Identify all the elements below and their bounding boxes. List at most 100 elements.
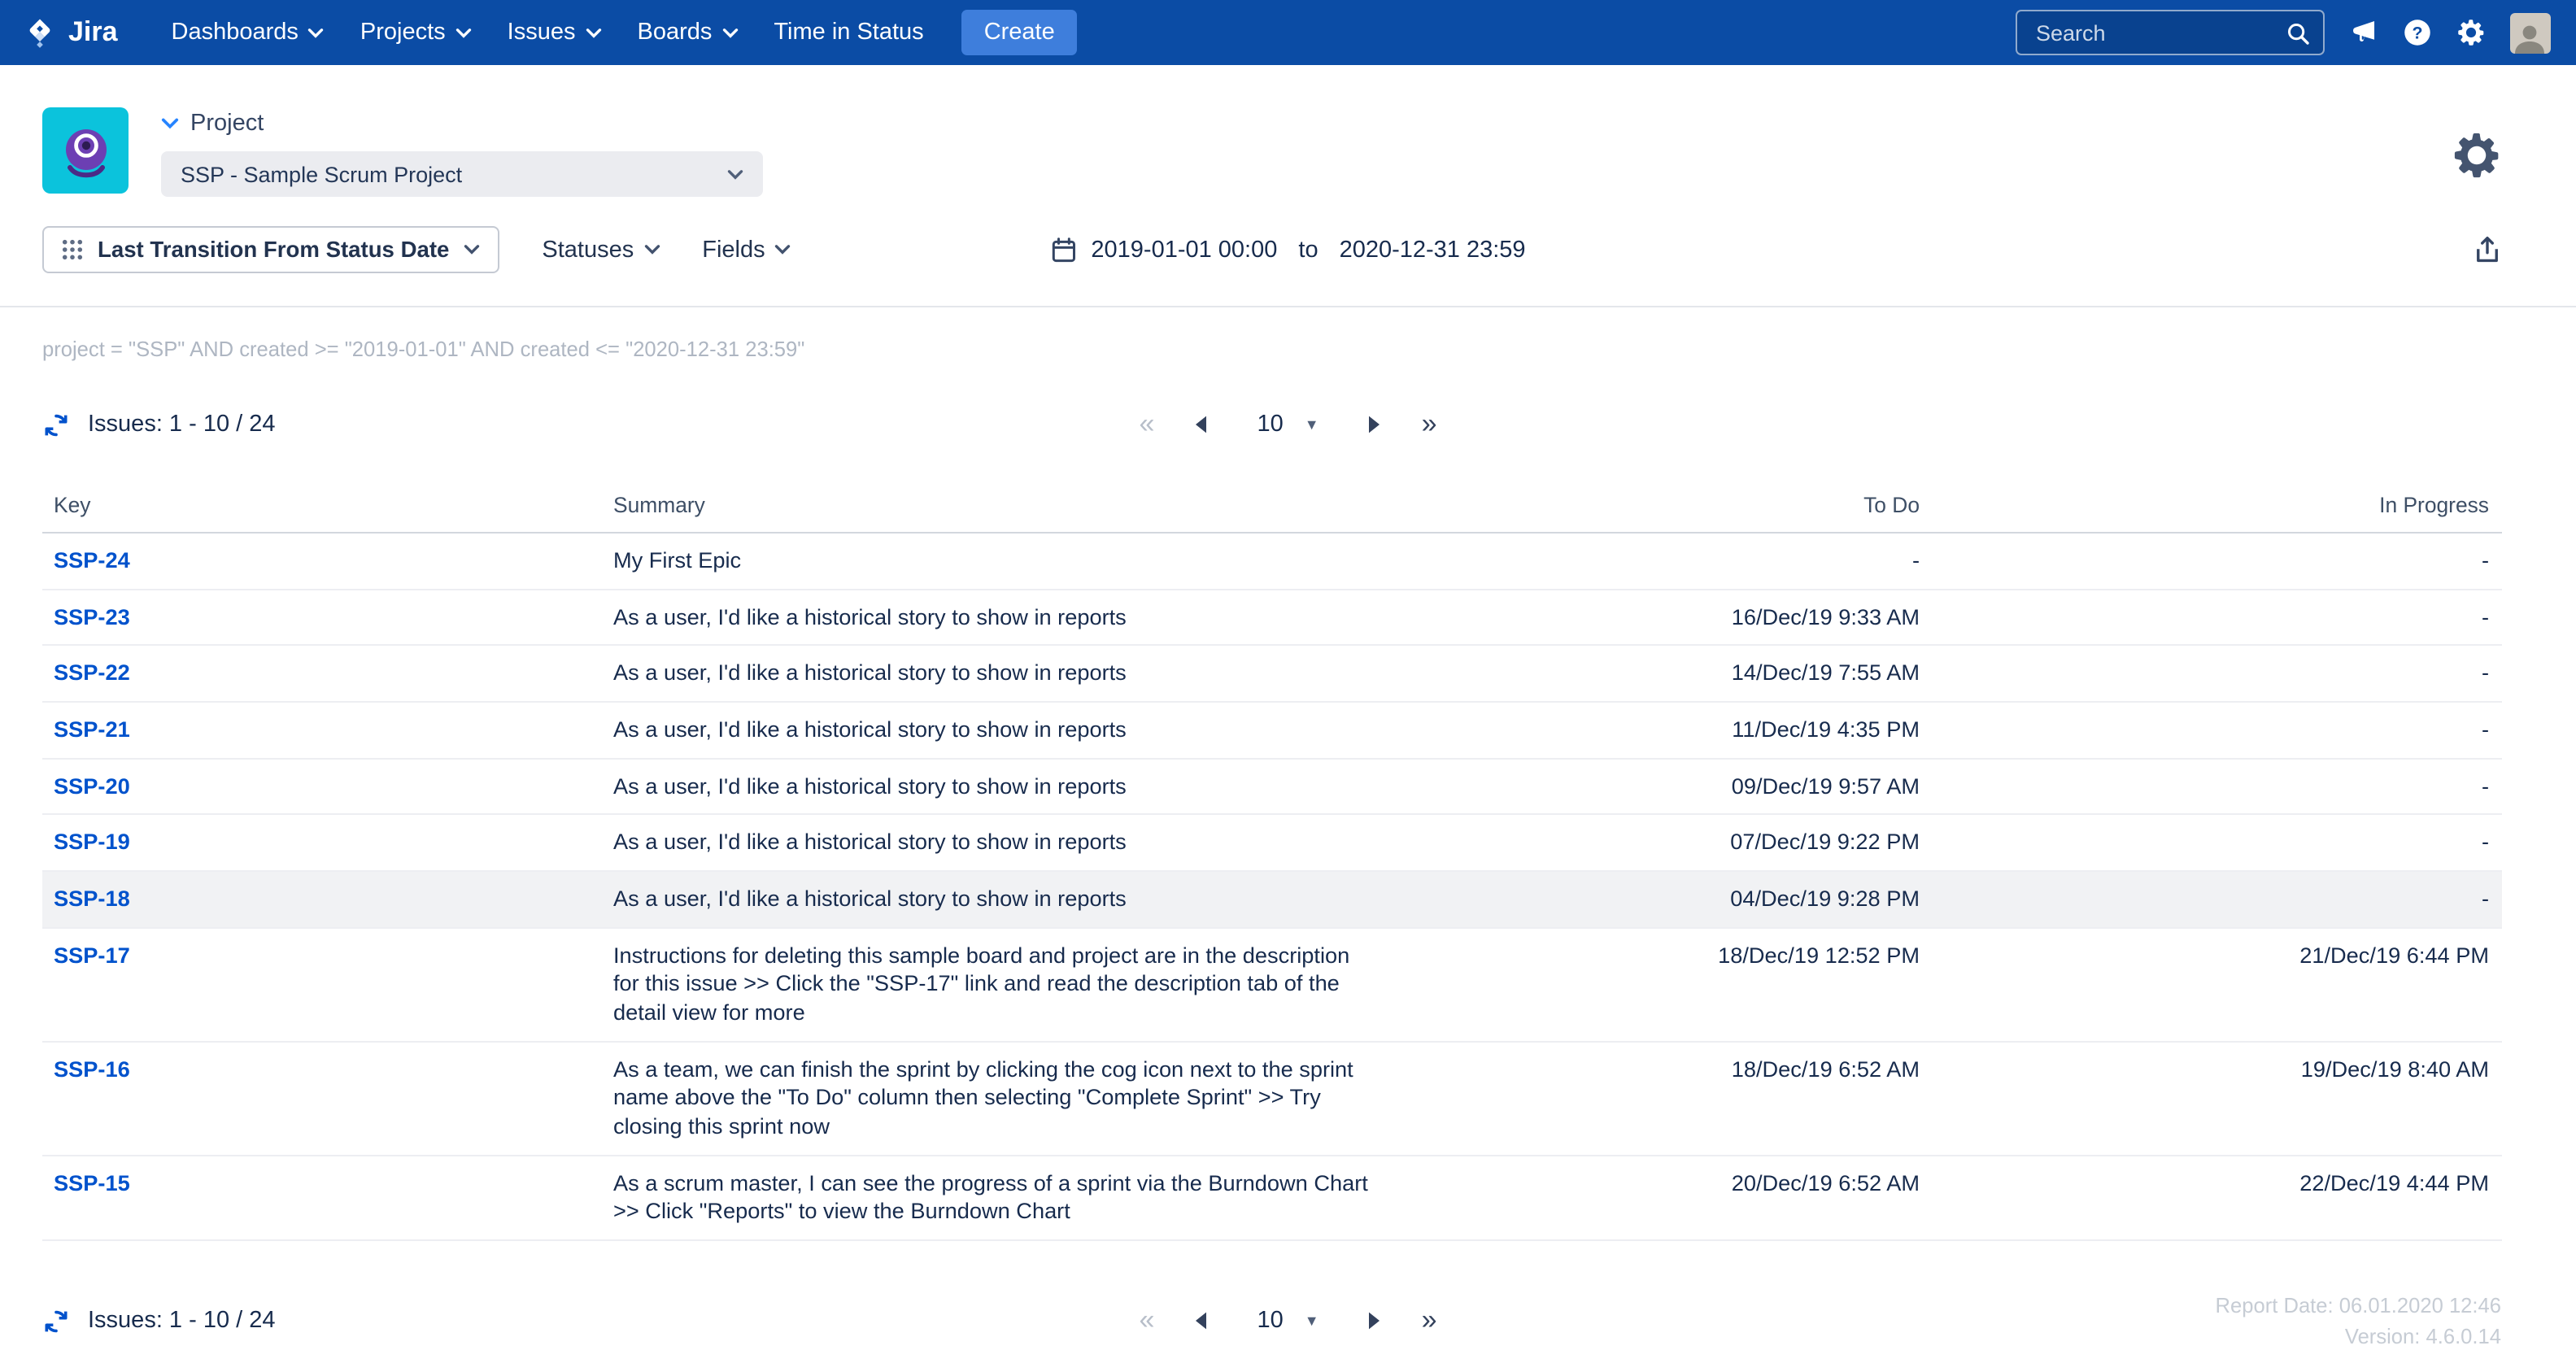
todo-date-cell: 04/Dec/19 9:28 PM: [1410, 872, 1931, 926]
report-meta: Report Date: 06.01.2020 12:46 Version: 4…: [2216, 1290, 2501, 1350]
report-date-text: Report Date: 06.01.2020 12:46: [2216, 1290, 2501, 1321]
date-range-picker[interactable]: 2019-01-01 00:00 to 2020-12-31 23:59: [1050, 237, 1525, 263]
issue-key-link[interactable]: SSP-20: [54, 773, 130, 798]
table-row: SSP-23 As a user, I'd like a historical …: [42, 590, 2501, 646]
pager-prev-icon[interactable]: [1193, 1311, 1208, 1330]
column-header-summary[interactable]: Summary: [602, 478, 1410, 532]
jql-query-text: project = "SSP" AND created >= "2019-01-…: [42, 337, 2534, 361]
gear-icon[interactable]: [2456, 18, 2485, 47]
table-row: SSP-20 As a user, I'd like a historical …: [42, 759, 2501, 815]
issue-key-link[interactable]: SSP-15: [54, 1170, 130, 1195]
column-header-todo[interactable]: To Do: [1410, 478, 1931, 532]
refresh-icon[interactable]: [42, 411, 70, 438]
inprogress-date-cell: 19/Dec/19 8:40 AM: [1931, 1042, 2500, 1154]
nav-item-label: Boards: [638, 20, 713, 46]
nav-item-label: Projects: [360, 20, 446, 46]
issue-key-cell: SSP-16: [42, 1042, 602, 1154]
grid-icon: [62, 239, 83, 260]
table-row: SSP-15 As a scrum master, I can see the …: [42, 1156, 2501, 1241]
page-size-select[interactable]: 10 ▼: [1247, 405, 1328, 444]
date-to-word: to: [1292, 237, 1324, 263]
chevron-down-icon: [308, 27, 325, 38]
nav-item-label: Dashboards: [172, 20, 299, 46]
export-icon[interactable]: [2472, 235, 2501, 264]
chevron-down-icon: [455, 27, 472, 38]
issues-bar-bottom: Issues: 1 - 10 / 24 « 10 ▼ » Report Date…: [0, 1290, 2576, 1350]
issue-key-link[interactable]: SSP-18: [54, 886, 130, 911]
search-icon[interactable]: [2285, 20, 2309, 45]
table-body: SSP-24 My First Epic - - SSP-23 As a use…: [42, 533, 2501, 1241]
user-avatar[interactable]: [2509, 12, 2550, 53]
column-header-inprogress[interactable]: In Progress: [1931, 478, 2500, 532]
todo-date-cell: 07/Dec/19 9:22 PM: [1410, 816, 1931, 870]
report-type-button[interactable]: Last Transition From Status Date: [42, 226, 499, 273]
table-row: SSP-19 As a user, I'd like a historical …: [42, 816, 2501, 872]
issue-key-cell: SSP-20: [42, 759, 602, 813]
issue-key-cell: SSP-15: [42, 1156, 602, 1239]
issues-bar-top: Issues: 1 - 10 / 24 « 10 ▼ »: [0, 394, 2576, 455]
project-select[interactable]: SSP - Sample Scrum Project: [161, 151, 763, 197]
issue-key-link[interactable]: SSP-21: [54, 717, 130, 742]
issue-key-link[interactable]: SSP-23: [54, 604, 130, 629]
inprogress-date-cell: -: [1931, 533, 2500, 588]
nav-item-projects[interactable]: Projects: [342, 0, 490, 65]
page-size-select[interactable]: 10 ▼: [1247, 1301, 1328, 1340]
pager-prev-icon[interactable]: [1193, 415, 1208, 434]
issue-key-link[interactable]: SSP-16: [54, 1056, 130, 1081]
issue-key-link[interactable]: SSP-17: [54, 943, 130, 967]
project-label[interactable]: Project: [161, 111, 763, 137]
issue-key-link[interactable]: SSP-24: [54, 548, 130, 573]
issue-key-link[interactable]: SSP-22: [54, 661, 130, 686]
nav-item-issues[interactable]: Issues: [490, 0, 620, 65]
todo-date-cell: 11/Dec/19 4:35 PM: [1410, 703, 1931, 757]
nav-item-time-in-status[interactable]: Time in Status: [756, 0, 941, 65]
page: Jira Dashboards Projects Issues Boards T…: [0, 0, 2576, 1350]
inprogress-date-cell: -: [1931, 759, 2500, 813]
table-row: SSP-22 As a user, I'd like a historical …: [42, 647, 2501, 703]
inprogress-date-cell: 21/Dec/19 6:44 PM: [1931, 928, 2500, 1040]
issue-key-cell: SSP-17: [42, 928, 602, 1040]
issue-summary-cell: As a user, I'd like a historical story t…: [602, 703, 1410, 757]
search-input[interactable]: [2033, 19, 2243, 46]
todo-date-cell: 09/Dec/19 9:57 AM: [1410, 759, 1931, 813]
statuses-dropdown[interactable]: Statuses: [542, 237, 660, 263]
table-row: SSP-18 As a user, I'd like a historical …: [42, 872, 2501, 928]
column-header-key[interactable]: Key: [42, 478, 602, 532]
date-from: 2019-01-01 00:00: [1091, 237, 1277, 263]
global-search: [2015, 10, 2324, 55]
jira-logo-icon: [23, 15, 57, 50]
issues-table: Key Summary To Do In Progress SSP-24 My …: [42, 478, 2501, 1241]
report-settings-gear-icon[interactable]: [2451, 130, 2501, 189]
project-header: Project SSP - Sample Scrum Project: [0, 65, 2576, 210]
project-label-text: Project: [190, 111, 264, 137]
issue-key-cell: SSP-23: [42, 590, 602, 644]
report-toolbar: Last Transition From Status Date Statuse…: [0, 210, 2576, 307]
project-select-value: SSP - Sample Scrum Project: [181, 162, 462, 186]
refresh-icon[interactable]: [42, 1307, 70, 1335]
report-type-label: Last Transition From Status Date: [98, 237, 449, 262]
pager-next-icon[interactable]: [1368, 1311, 1383, 1330]
create-button[interactable]: Create: [961, 10, 1078, 55]
chevron-down-icon: [161, 117, 179, 130]
pager-next-icon[interactable]: [1368, 415, 1383, 434]
issue-summary-cell: As a scrum master, I can see the progres…: [602, 1156, 1410, 1239]
todo-date-cell: 20/Dec/19 6:52 AM: [1410, 1156, 1931, 1239]
table-row: SSP-16 As a team, we can finish the spri…: [42, 1042, 2501, 1156]
fields-dropdown[interactable]: Fields: [702, 237, 791, 263]
version-text: Version: 4.6.0.14: [2216, 1321, 2501, 1350]
chevron-down-icon: [586, 27, 602, 38]
pager-first-icon[interactable]: «: [1140, 1304, 1155, 1337]
nav-item-dashboards[interactable]: Dashboards: [154, 0, 342, 65]
pager-last-icon[interactable]: »: [1422, 408, 1437, 441]
fields-label: Fields: [702, 237, 765, 263]
help-icon[interactable]: ?: [2402, 18, 2431, 47]
page-size-value: 10: [1257, 412, 1283, 438]
issue-key-link[interactable]: SSP-19: [54, 830, 130, 855]
jira-home-link[interactable]: Jira: [23, 15, 118, 50]
pager-last-icon[interactable]: »: [1422, 1304, 1437, 1337]
table-row: SSP-24 My First Epic - -: [42, 533, 2501, 590]
date-to: 2020-12-31 23:59: [1340, 237, 1526, 263]
nav-item-boards[interactable]: Boards: [620, 0, 756, 65]
pager-first-icon[interactable]: «: [1140, 408, 1155, 441]
feedback-megaphone-icon[interactable]: [2348, 18, 2378, 47]
